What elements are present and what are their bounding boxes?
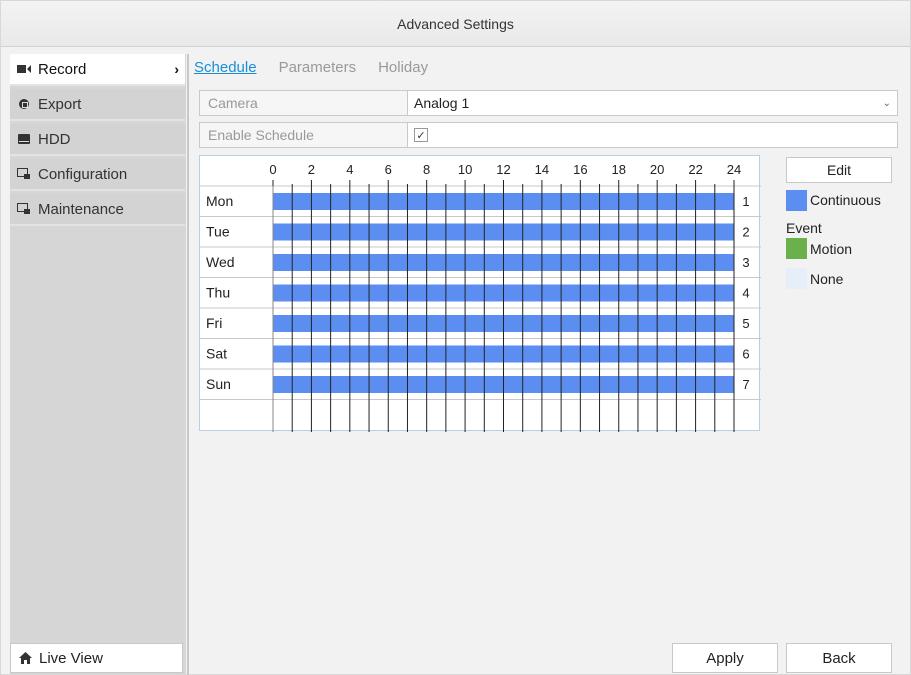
hour-label: 20 [650, 162, 664, 177]
sidebar-item-maintenance[interactable]: Maintenance [10, 194, 185, 226]
sidebar-divider [187, 54, 189, 675]
enable-schedule-row: Enable Schedule ✓ [199, 122, 898, 148]
none-swatch[interactable] [786, 268, 807, 289]
chevron-right-icon: › [174, 61, 179, 77]
hour-label: 0 [269, 162, 276, 177]
sidebar: Record › Export HDD Configuration Mainte… [10, 54, 186, 675]
day-index: 6 [742, 347, 749, 362]
sidebar-item-configuration[interactable]: Configuration [10, 159, 185, 191]
sidebar-item-label: Maintenance [38, 200, 124, 218]
none-label: None [810, 271, 844, 287]
day-index: 3 [742, 255, 749, 270]
sidebar-item-label: Record [38, 60, 87, 78]
camera-row: Camera Analog 1 ⌄ [199, 90, 898, 116]
sidebar-item-hdd[interactable]: HDD [10, 124, 185, 156]
motion-label: Motion [810, 241, 853, 257]
event-label: Event [786, 220, 822, 236]
hour-label: 22 [688, 162, 702, 177]
checkmark-icon: ✓ [416, 129, 426, 142]
sidebar-item-label: Configuration [38, 165, 128, 183]
sidebar-item-record[interactable]: Record › [10, 54, 185, 86]
continuous-label: Continuous [810, 192, 881, 208]
apply-button[interactable]: Apply [672, 643, 778, 673]
hdd-icon [10, 134, 38, 144]
day-label: Sun [206, 376, 231, 392]
window-title: Advanced Settings [1, 1, 910, 47]
day-label: Tue [206, 224, 230, 240]
day-index: 1 [742, 194, 749, 209]
tab-bar: Schedule Parameters Holiday [194, 59, 428, 76]
sidebar-item-label: HDD [38, 130, 71, 148]
camera-select[interactable]: Analog 1 ⌄ [408, 91, 897, 115]
back-button[interactable]: Back [786, 643, 892, 673]
day-label: Sat [206, 346, 227, 362]
hour-label: 6 [385, 162, 392, 177]
day-label: Mon [206, 193, 233, 209]
hour-label: 8 [423, 162, 430, 177]
continuous-swatch[interactable] [786, 190, 807, 211]
day-label: Wed [206, 254, 235, 270]
maintenance-icon [10, 203, 38, 215]
enable-schedule-checkbox[interactable]: ✓ [414, 128, 428, 142]
hour-label: 4 [346, 162, 353, 177]
hour-label: 12 [496, 162, 510, 177]
tab-holiday[interactable]: Holiday [378, 59, 428, 76]
edit-button[interactable]: Edit [786, 157, 892, 183]
video-camera-icon [10, 64, 38, 74]
live-view-label: Live View [39, 649, 103, 667]
day-label: Thu [206, 285, 230, 301]
enable-schedule-label: Enable Schedule [200, 123, 408, 147]
hour-label: 24 [727, 162, 741, 177]
camera-select-value: Analog 1 [414, 95, 470, 111]
day-index: 5 [742, 316, 749, 331]
home-icon [11, 652, 39, 664]
tab-parameters[interactable]: Parameters [279, 59, 357, 76]
chevron-down-icon: ⌄ [882, 97, 891, 109]
motion-swatch[interactable] [786, 238, 807, 259]
day-index: 2 [742, 225, 749, 240]
sidebar-item-export[interactable]: Export [10, 89, 185, 121]
day-index: 7 [742, 377, 749, 392]
schedule-grid[interactable]: 0 2 4 6 8 10 12 14 16 18 20 22 24 Mon 1 Tue 2 Wed 3 Thu 4 Fri… [199, 155, 761, 432]
tab-schedule[interactable]: Schedule [194, 59, 257, 76]
hour-label: 10 [458, 162, 472, 177]
camera-label: Camera [200, 91, 408, 115]
day-label: Fri [206, 315, 222, 331]
hour-label: 16 [573, 162, 587, 177]
enable-schedule-cell: ✓ [408, 123, 897, 147]
live-view-button[interactable]: Live View [10, 643, 183, 673]
hour-label: 14 [535, 162, 549, 177]
hour-label: 18 [612, 162, 626, 177]
configuration-icon [10, 168, 38, 180]
export-icon [10, 98, 38, 110]
sidebar-item-label: Export [38, 95, 82, 113]
hour-label: 2 [308, 162, 315, 177]
day-index: 4 [742, 286, 749, 301]
schedule-svg: 0 2 4 6 8 10 12 14 16 18 20 22 24Mon 1Tue 2Wed 3Thu 4Fri… [200, 162, 761, 432]
